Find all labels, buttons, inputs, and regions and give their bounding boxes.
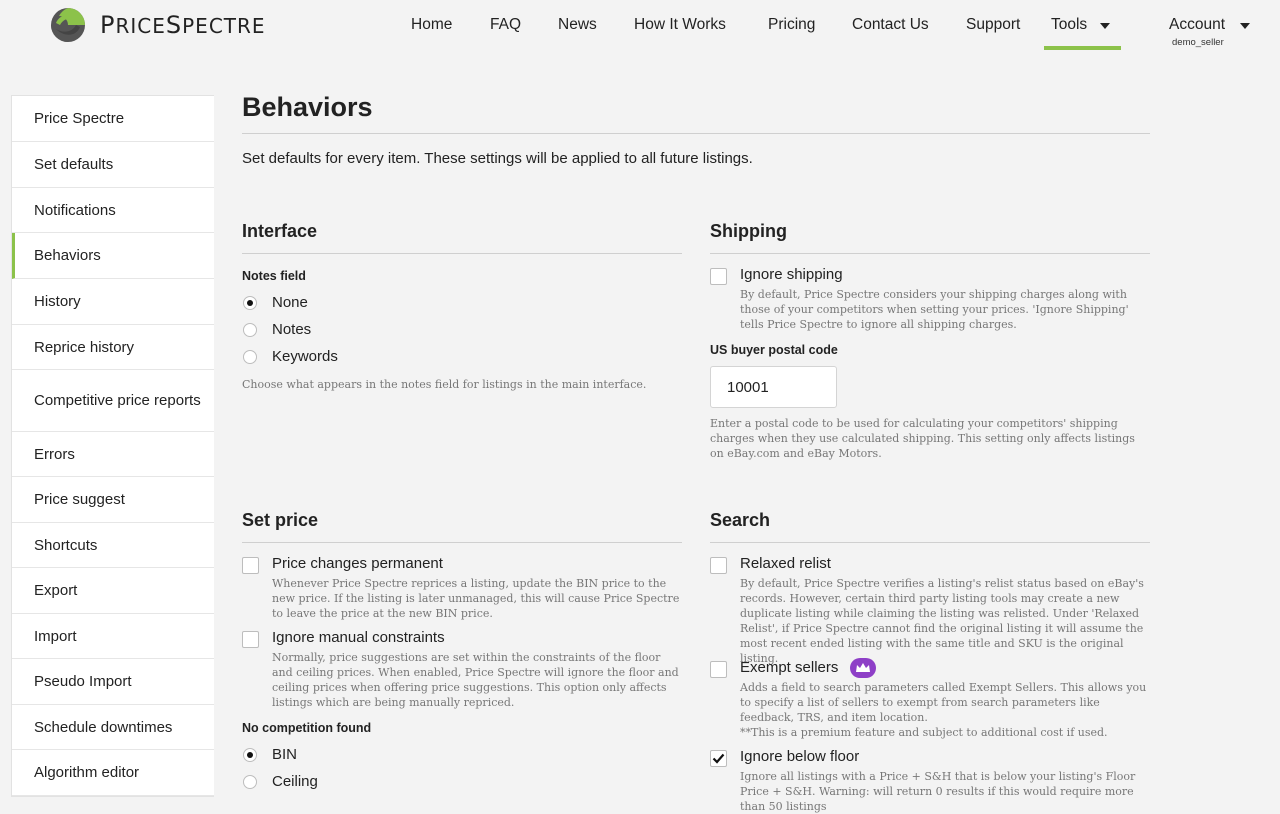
nav-tools-label: Tools <box>1051 16 1088 33</box>
radio-button[interactable] <box>243 295 257 310</box>
crown-icon <box>850 658 876 678</box>
nav-pricing[interactable]: Pricing <box>768 16 815 34</box>
notes-field-help: Choose what appears in the notes field f… <box>242 378 647 391</box>
price-changes-permanent-checkbox[interactable] <box>242 557 259 574</box>
radio-label: Ceiling <box>272 773 318 790</box>
postal-code-label: US buyer postal code <box>710 343 838 357</box>
nav-support[interactable]: Support <box>966 16 1020 34</box>
logo-icon <box>51 8 85 42</box>
relaxed-relist-checkbox[interactable] <box>710 557 727 574</box>
exempt-sellers-premium-note: **This is a premium feature and subject … <box>740 726 1108 739</box>
relaxed-relist-label: Relaxed relist <box>740 555 831 572</box>
nav-home[interactable]: Home <box>411 16 452 34</box>
sidebar-item-import[interactable]: Import <box>12 614 214 659</box>
sidebar-item-set-defaults[interactable]: Set defaults <box>12 142 214 188</box>
radio-label: Keywords <box>272 348 338 365</box>
notes-option-none[interactable]: None <box>243 294 308 311</box>
ignore-manual-constraints-help: Normally, price suggestions are set with… <box>272 651 679 709</box>
no-competition-label: No competition found <box>242 721 372 735</box>
ignore-below-floor-checkbox[interactable] <box>710 750 727 767</box>
checkmark-icon <box>712 753 725 764</box>
nav-tools[interactable]: Tools <box>1044 0 1121 50</box>
radio-button[interactable] <box>243 747 257 762</box>
relaxed-relist-help: By default, Price Spectre verifies a lis… <box>740 577 1144 665</box>
top-navigation: PRICESPECTRE Home FAQ News How It Works … <box>0 0 1280 60</box>
sidebar-item-notifications[interactable]: Notifications <box>12 188 214 233</box>
sidebar-item-price-spectre[interactable]: Price Spectre <box>12 96 214 142</box>
sidebar-item-behaviors[interactable]: Behaviors <box>12 233 214 279</box>
exempt-sellers-checkbox[interactable] <box>710 661 727 678</box>
exempt-sellers-label: Exempt sellers <box>740 659 839 676</box>
price-changes-permanent-help: Whenever Price Spectre reprices a listin… <box>272 577 680 620</box>
set-price-section-title: Set price <box>242 510 319 530</box>
ignore-shipping-label: Ignore shipping <box>740 266 843 283</box>
chevron-down-icon <box>1100 23 1110 29</box>
brand-logo[interactable]: PRICESPECTRE <box>50 7 266 43</box>
shipping-divider <box>710 253 1150 254</box>
search-divider <box>710 542 1150 543</box>
radio-label: BIN <box>272 746 298 763</box>
radio-label: None <box>272 294 308 311</box>
notes-option-keywords[interactable]: Keywords <box>243 348 338 365</box>
sidebar-item-reprice-history[interactable]: Reprice history <box>12 325 214 370</box>
interface-divider <box>242 253 682 254</box>
postal-code-help: Enter a postal code to be used for calcu… <box>710 417 1135 460</box>
nav-how-it-works[interactable]: How It Works <box>634 16 726 34</box>
shipping-section-title: Shipping <box>710 221 787 241</box>
ignore-shipping-checkbox[interactable] <box>710 268 727 285</box>
brand-name: PRICESPECTRE <box>100 11 266 39</box>
notes-option-notes[interactable]: Notes <box>243 321 311 338</box>
sidebar-item-price-suggest[interactable]: Price suggest <box>12 477 214 523</box>
nav-account[interactable]: Account <box>1169 16 1225 34</box>
exempt-sellers-help: Adds a field to search parameters called… <box>740 681 1147 724</box>
account-chevron-down-icon[interactable] <box>1240 23 1250 29</box>
nav-faq[interactable]: FAQ <box>490 16 521 34</box>
search-section-title: Search <box>710 510 771 530</box>
page-title: Behaviors <box>242 92 373 122</box>
title-divider <box>242 133 1150 134</box>
page-subtitle: Set defaults for every item. These setti… <box>242 150 753 167</box>
radio-button[interactable] <box>243 349 257 364</box>
ignore-below-floor-help: Ignore all listings with a Price + S&H t… <box>740 770 1136 813</box>
no-competition-option-ceiling[interactable]: Ceiling <box>243 773 318 790</box>
account-username: demo_seller <box>1172 37 1224 48</box>
sidebar-item-schedule-downtimes[interactable]: Schedule downtimes <box>12 705 214 750</box>
radio-label: Notes <box>272 321 312 338</box>
postal-code-input[interactable] <box>710 366 837 408</box>
sidebar-item-shortcuts[interactable]: Shortcuts <box>12 523 214 568</box>
ignore-manual-constraints-checkbox[interactable] <box>242 631 259 648</box>
ignore-below-floor-label: Ignore below floor <box>740 748 860 765</box>
price-changes-permanent-label: Price changes permanent <box>272 555 443 572</box>
sidebar-item-export[interactable]: Export <box>12 568 214 614</box>
interface-section-title: Interface <box>242 221 318 241</box>
nav-news[interactable]: News <box>558 16 597 34</box>
sidebar-item-errors[interactable]: Errors <box>12 432 214 477</box>
set-price-divider <box>242 542 682 543</box>
sidebar-item-pseudo-import[interactable]: Pseudo Import <box>12 659 214 705</box>
notes-field-label: Notes field <box>242 269 306 283</box>
nav-contact-us[interactable]: Contact Us <box>852 16 929 34</box>
sidebar-item-history[interactable]: History <box>12 279 214 325</box>
sidebar-item-algorithm-editor[interactable]: Algorithm editor <box>12 750 214 796</box>
ignore-manual-constraints-label: Ignore manual constraints <box>272 629 445 646</box>
sidebar: Price Spectre Set defaults Notifications… <box>11 95 214 797</box>
no-competition-option-bin[interactable]: BIN <box>243 746 297 763</box>
radio-button[interactable] <box>243 774 257 789</box>
radio-button[interactable] <box>243 322 257 337</box>
ignore-shipping-help: By default, Price Spectre considers your… <box>740 288 1129 331</box>
sidebar-item-competitive-price-reports[interactable]: Competitive price reports <box>12 370 214 432</box>
